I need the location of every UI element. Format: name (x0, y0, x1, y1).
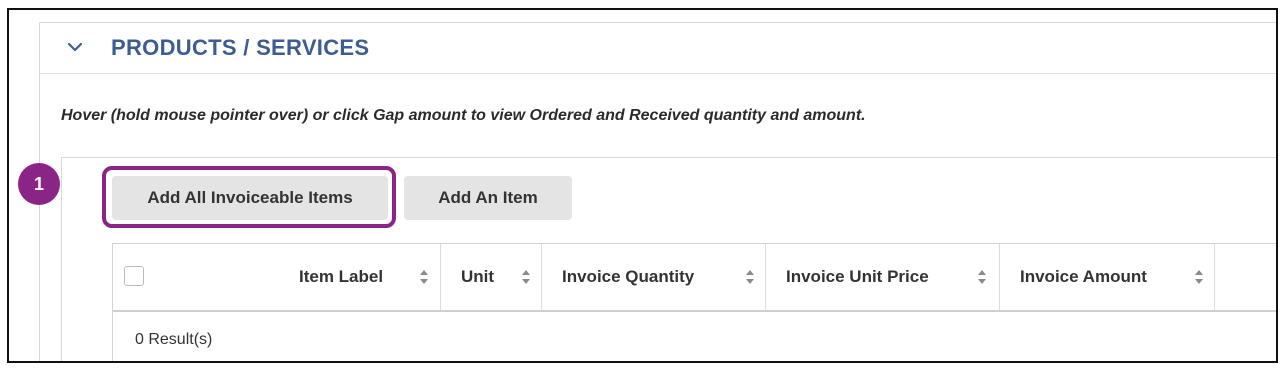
select-all-checkbox[interactable] (124, 266, 144, 286)
column-header-item-label[interactable]: Item Label (113, 244, 441, 310)
products-services-panel: PRODUCTS / SERVICES Hover (hold mouse po… (39, 22, 1276, 361)
panel-header[interactable]: PRODUCTS / SERVICES (40, 23, 1276, 74)
items-table: Item Label Unit Invoice Quantity Invoice… (112, 243, 1276, 361)
sort-icon[interactable] (1194, 269, 1204, 285)
column-header-invoice-amount[interactable]: Invoice Amount (1000, 244, 1215, 310)
add-all-invoiceable-items-button[interactable]: Add All Invoiceable Items (112, 176, 388, 220)
column-label: Invoice Unit Price (786, 267, 929, 286)
screenshot-frame: PRODUCTS / SERVICES Hover (hold mouse po… (7, 8, 1278, 363)
column-header-invoice-unit-price[interactable]: Invoice Unit Price (766, 244, 1000, 310)
column-header-unit[interactable]: Unit (441, 244, 542, 310)
column-label: Invoice Quantity (562, 267, 695, 286)
column-label: Item Label (299, 267, 384, 286)
panel-title: PRODUCTS / SERVICES (111, 35, 370, 60)
sort-icon[interactable] (419, 269, 429, 285)
table-header: Item Label Unit Invoice Quantity Invoice… (113, 244, 1276, 312)
column-header-invoice-quantity[interactable]: Invoice Quantity (542, 244, 766, 310)
hint-text: Hover (hold mouse pointer over) or click… (61, 107, 866, 124)
column-label: Invoice Amount (1020, 267, 1147, 286)
add-an-item-button[interactable]: Add An Item (404, 176, 572, 220)
step-number-badge: 1 (18, 163, 60, 205)
column-label: Unit (461, 267, 495, 286)
chevron-down-icon[interactable] (66, 38, 84, 56)
sort-icon[interactable] (521, 269, 531, 285)
sort-icon[interactable] (745, 269, 755, 285)
items-section: Add All Invoiceable Items Add An Item It… (61, 157, 1276, 361)
sort-icon[interactable] (977, 269, 987, 285)
result-count: 0 Result(s) (135, 331, 213, 348)
